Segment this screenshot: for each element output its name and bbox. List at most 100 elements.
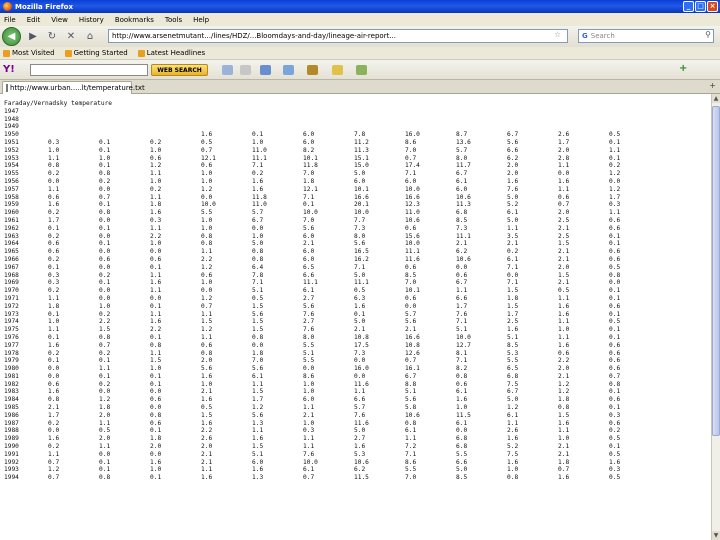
value-cell: 1.2 bbox=[150, 162, 162, 170]
value-cell: 16.6 bbox=[405, 333, 420, 341]
value-cell: 11.6 bbox=[405, 255, 420, 263]
value-cell: 1.2 bbox=[99, 396, 111, 404]
vertical-scrollbar[interactable]: ▲ ▼ bbox=[711, 94, 720, 540]
data-row: 1958 0.6 0.7 1.1 0.0 11.8 7.1 16.6 16.6 10.6 5.0 0.… bbox=[4, 194, 711, 202]
tab-temperature[interactable]: http://www.urban.....lt/temperature.txt bbox=[2, 81, 145, 94]
maximize-button[interactable]: □ bbox=[695, 1, 706, 12]
value-cell: 10.0 bbox=[201, 201, 216, 209]
value-cell: 1.6 bbox=[252, 466, 264, 474]
year-row: 1947 bbox=[4, 108, 711, 116]
search-box[interactable]: G Search ⚲ bbox=[578, 29, 714, 43]
web-search-button[interactable]: WEB SEARCH bbox=[151, 64, 208, 76]
year-cell: 1978 bbox=[4, 349, 19, 357]
value-cell: 1.5 bbox=[558, 271, 570, 279]
value-cell: 0.7 bbox=[405, 154, 417, 162]
year-cell: 1981 bbox=[4, 372, 19, 380]
bookmark-most-visited[interactable]: Most Visited bbox=[3, 49, 55, 57]
value-cell: 11.1 bbox=[405, 248, 420, 256]
menu-history[interactable]: History bbox=[79, 16, 104, 24]
value-cell: 0.6 bbox=[150, 255, 162, 263]
back-button[interactable]: ◀ bbox=[2, 27, 21, 46]
bookmark-getting-started[interactable]: Getting Started bbox=[64, 49, 128, 57]
year-cell: 1969 bbox=[4, 279, 19, 287]
scroll-up-icon[interactable]: ▲ bbox=[712, 94, 720, 103]
value-cell: 8.5 bbox=[507, 341, 519, 349]
url-bar[interactable]: http://www.arsenetmutant.../lines/HDZ/..… bbox=[108, 29, 568, 43]
menu-edit[interactable]: Edit bbox=[27, 16, 41, 24]
value-cell: 0.1 bbox=[609, 240, 621, 248]
value-cell: 7.5 bbox=[507, 380, 519, 388]
value-cell: 0.0 bbox=[201, 287, 213, 295]
value-cell: 0.2 bbox=[609, 162, 621, 170]
home-button[interactable]: ⌂ bbox=[83, 30, 97, 44]
value-cell: 0.1 bbox=[252, 131, 264, 139]
bookmark-star-icon[interactable]: ☆ bbox=[554, 30, 561, 39]
toolbar-icon[interactable] bbox=[307, 65, 318, 75]
value-cell: 0.8 bbox=[48, 162, 60, 170]
value-cell: 1.6 bbox=[558, 419, 570, 427]
value-cell: 2.1 bbox=[558, 255, 570, 263]
toolbar-icon[interactable] bbox=[356, 65, 367, 75]
value-cell: 1.8 bbox=[252, 349, 264, 357]
menu-bookmarks[interactable]: Bookmarks bbox=[115, 16, 154, 24]
scroll-down-icon[interactable]: ▼ bbox=[712, 531, 720, 540]
value-cell: 0.6 bbox=[609, 341, 621, 349]
value-cell: 8.7 bbox=[456, 131, 468, 139]
value-cell: 0.6 bbox=[201, 162, 213, 170]
yahoo-search-input[interactable] bbox=[30, 64, 148, 76]
value-cell: 0.2 bbox=[48, 287, 60, 295]
value-cell: 0.1 bbox=[609, 326, 621, 334]
search-icon[interactable]: ⚲ bbox=[705, 30, 711, 39]
yahoo-logo[interactable]: Y! bbox=[3, 64, 15, 75]
menu-file[interactable]: File bbox=[4, 16, 16, 24]
value-cell: 1.0 bbox=[150, 240, 162, 248]
forward-button[interactable]: ▶ bbox=[26, 30, 40, 44]
value-cell: 0.7 bbox=[558, 201, 570, 209]
value-cell: 7.1 bbox=[456, 357, 468, 365]
scroll-thumb[interactable] bbox=[712, 106, 720, 436]
menu-view[interactable]: View bbox=[51, 16, 68, 24]
value-cell: 0.8 bbox=[99, 170, 111, 178]
value-cell: 1.6 bbox=[48, 341, 60, 349]
data-row: 1987 0.2 1.1 0.6 1.6 1.3 1.0 11.6 0.8 6.1 1.1 1.6 0.… bbox=[4, 420, 711, 428]
toolbar-icon[interactable] bbox=[240, 65, 251, 75]
data-row: 1954 0.8 0.1 1.2 0.6 7.1 11.8 15.0 17.4 11.7 2.0 1.… bbox=[4, 162, 711, 170]
new-tab-button[interactable]: + bbox=[709, 81, 716, 90]
value-cell: 0.5 bbox=[201, 138, 213, 146]
value-cell: 2.0 bbox=[150, 443, 162, 451]
weather-icon[interactable] bbox=[283, 65, 294, 75]
menu-tools[interactable]: Tools bbox=[165, 16, 182, 24]
value-cell: 10.0 bbox=[354, 209, 369, 217]
year-cell: 1952 bbox=[4, 146, 19, 154]
value-cell: 0.1 bbox=[99, 201, 111, 209]
value-cell: 5.1 bbox=[456, 326, 468, 334]
close-button[interactable]: × bbox=[707, 1, 718, 12]
menu-help[interactable]: Help bbox=[193, 16, 209, 24]
value-cell: 7.1 bbox=[252, 279, 264, 287]
value-cell: 5.0 bbox=[354, 427, 366, 435]
value-cell: 1.5 bbox=[558, 411, 570, 419]
stop-button[interactable]: ✕ bbox=[64, 30, 78, 44]
value-cell: 0.6 bbox=[609, 365, 621, 373]
value-cell: 5.1 bbox=[252, 287, 264, 295]
minimize-button[interactable]: _ bbox=[683, 1, 694, 12]
value-cell: 16.0 bbox=[405, 131, 420, 139]
value-cell: 2.1 bbox=[201, 388, 213, 396]
mail-icon[interactable] bbox=[260, 65, 271, 75]
data-row: 1979 0.1 0.1 1.5 2.0 7.0 5.5 0.0 0.7 7.1 5.5 2.2 0.6 bbox=[4, 357, 711, 365]
reload-button[interactable]: ↻ bbox=[45, 30, 59, 44]
year-row: 1949 bbox=[4, 123, 711, 131]
value-cell: 1.5 bbox=[252, 326, 264, 334]
bookmark-latest-headlines[interactable]: Latest Headlines bbox=[137, 49, 205, 57]
toolbar-icon[interactable] bbox=[332, 65, 343, 75]
value-cell: 0.2 bbox=[252, 170, 264, 178]
year-cell: 1991 bbox=[4, 450, 19, 458]
value-cell: 6.1 bbox=[456, 177, 468, 185]
value-cell: 11.3 bbox=[354, 146, 369, 154]
value-cell: 8.5 bbox=[405, 271, 417, 279]
value-cell: 6.7 bbox=[252, 216, 264, 224]
toolbar-icon[interactable] bbox=[222, 65, 233, 75]
add-icon[interactable]: + bbox=[679, 63, 687, 74]
value-cell: 0.6 bbox=[150, 396, 162, 404]
value-cell: 0.8 bbox=[150, 341, 162, 349]
